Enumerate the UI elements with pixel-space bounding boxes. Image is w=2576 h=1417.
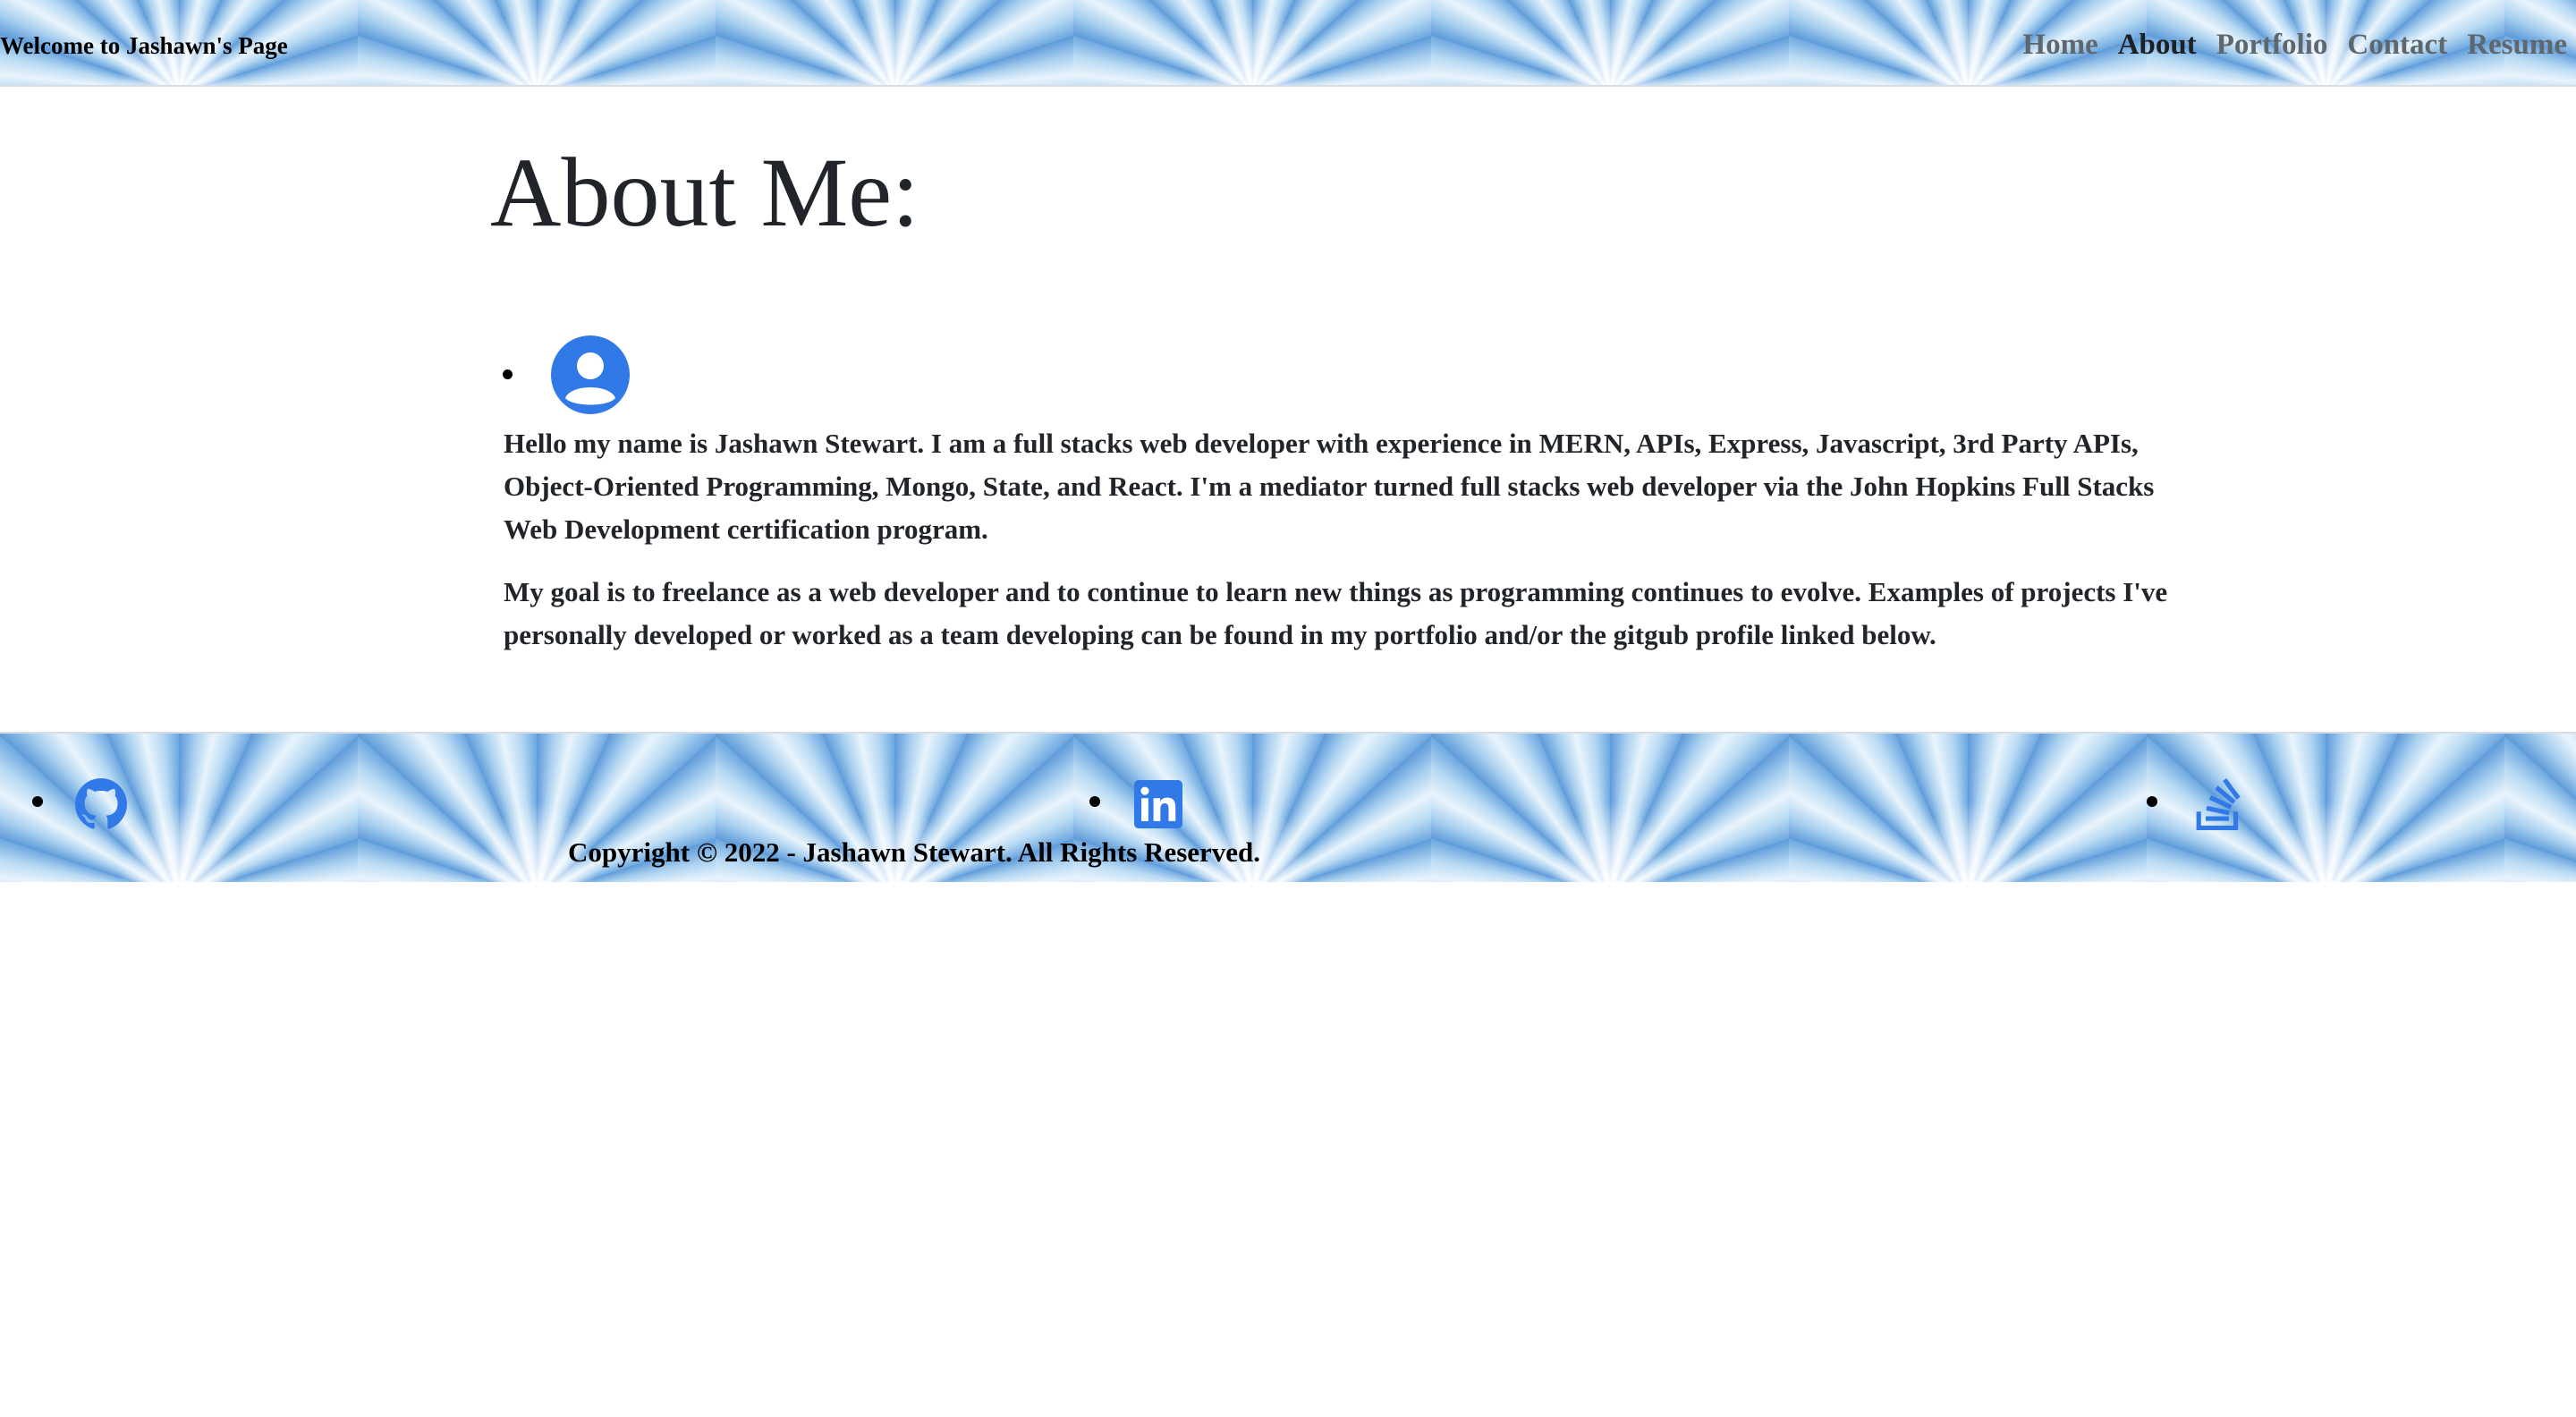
user-circle-icon [551, 335, 630, 414]
nav-link-home[interactable]: Home [2022, 27, 2097, 63]
about-section: About Me: Hello my name is Jashawn Stewa… [490, 134, 2167, 650]
list-bullet [1089, 796, 1100, 807]
page-title: About Me: [490, 138, 919, 247]
nav-item-resume: Resume [2467, 27, 2567, 63]
bio-paragraph-goal: My goal is to freelance as a web develop… [504, 576, 2168, 650]
brand-title[interactable]: Welcome to Jashawn's Page [0, 32, 288, 59]
nav-item-home: Home [2022, 27, 2097, 63]
nav-link-portfolio[interactable]: Portfolio [2216, 27, 2328, 63]
avatar-list-item [490, 335, 630, 416]
nav-item-about: About [2118, 27, 2197, 63]
github-icon[interactable] [75, 778, 127, 830]
copyright-text: Copyright © 2022 - Jashawn Stewart. All … [568, 836, 1261, 868]
avatar-list [490, 335, 630, 416]
site-footer: Copyright © 2022 - Jashawn Stewart. All … [0, 732, 2576, 882]
nav-link-resume[interactable]: Resume [2467, 27, 2567, 63]
bio-text: Hello my name is Jashawn Stewart. I am a… [504, 422, 2203, 676]
main-nav: Home About Portfolio Contact Resume [2022, 27, 2567, 63]
nav-link-contact[interactable]: Contact [2347, 27, 2447, 63]
nav-item-portfolio: Portfolio [2216, 27, 2328, 63]
linkedin-icon[interactable] [1134, 780, 1182, 828]
nav-link-about[interactable]: About [2118, 27, 2197, 63]
list-bullet [32, 796, 43, 807]
list-bullet [503, 369, 513, 379]
nav-item-contact: Contact [2347, 27, 2447, 63]
site-header: Welcome to Jashawn's Page Home About Por… [0, 0, 2576, 87]
bio-paragraph-intro: Hello my name is Jashawn Stewart. I am a… [504, 428, 2155, 545]
list-bullet [2147, 796, 2157, 807]
stack-overflow-icon[interactable] [2193, 778, 2245, 830]
